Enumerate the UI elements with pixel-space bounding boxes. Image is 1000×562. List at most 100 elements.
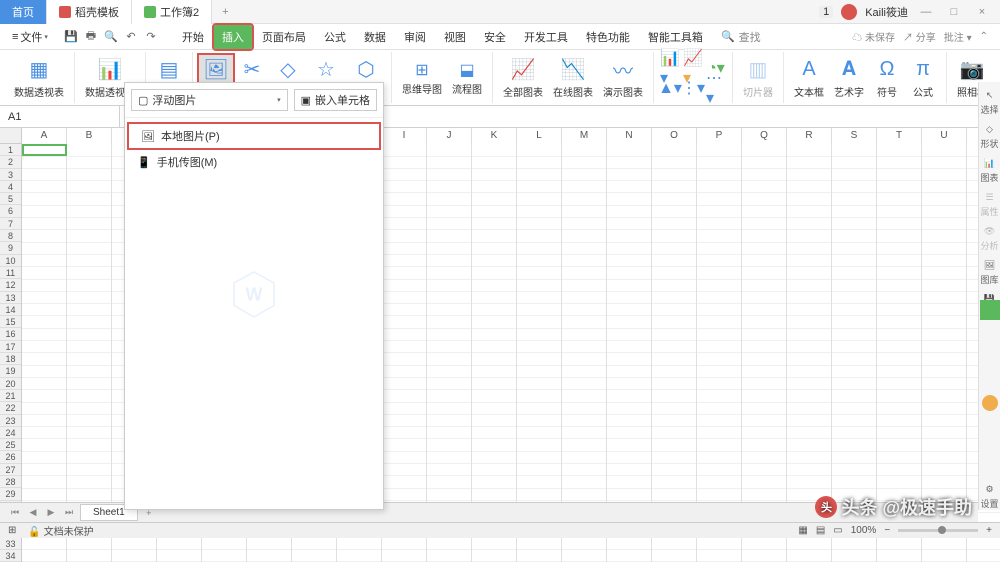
- tab-smarttools[interactable]: 智能工具箱: [640, 25, 711, 49]
- row-header-26[interactable]: 26: [0, 451, 21, 463]
- home-tab[interactable]: 首页: [0, 0, 47, 24]
- view-normal-icon[interactable]: ▦: [798, 525, 807, 536]
- row-header-21[interactable]: 21: [0, 390, 21, 402]
- textbox-button[interactable]: A文本框: [790, 55, 828, 101]
- sidebar-props[interactable]: ☰属性: [980, 192, 998, 218]
- share-button[interactable]: ↗ 分享: [903, 29, 936, 44]
- col-header-L[interactable]: L: [517, 128, 562, 144]
- col-header-A[interactable]: A: [22, 128, 67, 144]
- col-header-M[interactable]: M: [562, 128, 607, 144]
- chart-line-icon[interactable]: 📈▾: [683, 58, 703, 78]
- float-picture-select[interactable]: ▢浮动图片▾: [131, 89, 288, 111]
- name-box[interactable]: A1: [0, 106, 120, 127]
- embed-cell-button[interactable]: ▣嵌入单元格: [294, 89, 377, 111]
- maximize-button[interactable]: □: [944, 6, 964, 18]
- tab-devtools[interactable]: 开发工具: [516, 25, 576, 49]
- close-button[interactable]: ×: [972, 6, 992, 18]
- zoom-in-button[interactable]: +: [986, 525, 992, 536]
- row-header-8[interactable]: 8: [0, 230, 21, 242]
- row-header-6[interactable]: 6: [0, 205, 21, 217]
- sidebar-chart[interactable]: 📊图表: [980, 158, 998, 184]
- orange-badge-icon[interactable]: [982, 395, 998, 411]
- view-page-icon[interactable]: ▤: [816, 525, 825, 536]
- zoom-thumb[interactable]: [938, 526, 946, 534]
- avatar-icon[interactable]: [841, 4, 857, 20]
- chart-more-icon[interactable]: ⋯▾: [706, 78, 726, 98]
- row-header-5[interactable]: 5: [0, 193, 21, 205]
- zoom-level[interactable]: 100%: [851, 525, 877, 536]
- view-read-icon[interactable]: ▭: [833, 525, 842, 536]
- sheet-nav-prev[interactable]: ◀: [26, 507, 40, 518]
- col-header-O[interactable]: O: [652, 128, 697, 144]
- row-header-20[interactable]: 20: [0, 378, 21, 390]
- sheet-nav-next[interactable]: ▶: [44, 507, 58, 518]
- sidebar-settings[interactable]: ⚙设置: [980, 484, 998, 510]
- col-header-I[interactable]: I: [382, 128, 427, 144]
- row-header-18[interactable]: 18: [0, 353, 21, 365]
- tab-formula[interactable]: 公式: [316, 25, 354, 49]
- wordart-button[interactable]: 𝐀艺术字: [830, 55, 868, 101]
- row-header-15[interactable]: 15: [0, 316, 21, 328]
- symbol-button[interactable]: Ω符号: [870, 55, 904, 101]
- row-header-29[interactable]: 29: [0, 488, 21, 500]
- active-cell-a1[interactable]: [22, 144, 67, 156]
- row-header-34[interactable]: 34: [0, 550, 21, 562]
- col-header-T[interactable]: T: [877, 128, 922, 144]
- tab-pagelayout[interactable]: 页面布局: [254, 25, 314, 49]
- tab-start[interactable]: 开始: [174, 25, 212, 49]
- flowchart-button[interactable]: ⬓流程图: [448, 58, 486, 98]
- row-header-11[interactable]: 11: [0, 267, 21, 279]
- row-header-27[interactable]: 27: [0, 464, 21, 476]
- file-menu[interactable]: ≡ 文件 ▾: [4, 27, 56, 47]
- sidebar-shape[interactable]: ◇形状: [980, 124, 998, 150]
- tab-data[interactable]: 数据: [356, 25, 394, 49]
- row-header-14[interactable]: 14: [0, 304, 21, 316]
- tab-view[interactable]: 视图: [436, 25, 474, 49]
- cooperate-button[interactable]: 批注 ▾: [944, 29, 972, 44]
- sidebar-analysis[interactable]: 👁分析: [980, 226, 998, 252]
- select-all-corner[interactable]: [0, 128, 22, 144]
- col-header-S[interactable]: S: [832, 128, 877, 144]
- local-picture-item[interactable]: 🖼本地图片(P): [129, 124, 379, 148]
- search-box[interactable]: 🔍查找: [721, 29, 761, 45]
- row-header-28[interactable]: 28: [0, 476, 21, 488]
- chart-bar-icon[interactable]: 📊▾: [660, 58, 680, 78]
- row-header-17[interactable]: 17: [0, 341, 21, 353]
- sheet-nav-first[interactable]: ⏮: [8, 507, 22, 518]
- row-header-19[interactable]: 19: [0, 365, 21, 377]
- row-header-4[interactable]: 4: [0, 181, 21, 193]
- mindmap-button[interactable]: ⊞思维导图: [398, 58, 446, 98]
- hex-badge-icon[interactable]: [980, 300, 1000, 320]
- col-header-Q[interactable]: Q: [742, 128, 787, 144]
- add-tab-button[interactable]: +: [212, 6, 238, 18]
- row-header-10[interactable]: 10: [0, 255, 21, 267]
- save-icon[interactable]: 💾: [62, 28, 80, 46]
- col-header-B[interactable]: B: [67, 128, 112, 144]
- tab-security[interactable]: 安全: [476, 25, 514, 49]
- redo-icon[interactable]: ↷: [142, 28, 160, 46]
- docer-tab[interactable]: 稻壳模板: [47, 0, 132, 24]
- minimize-button[interactable]: —: [916, 6, 936, 18]
- col-header-N[interactable]: N: [607, 128, 652, 144]
- equation-button[interactable]: π公式: [906, 55, 940, 101]
- col-header-R[interactable]: R: [787, 128, 832, 144]
- workbook-tab[interactable]: 工作簿2: [132, 0, 212, 24]
- col-header-K[interactable]: K: [472, 128, 517, 144]
- col-header-J[interactable]: J: [427, 128, 472, 144]
- row-header-12[interactable]: 12: [0, 279, 21, 291]
- slicer-button[interactable]: ▥切片器: [739, 55, 777, 101]
- row-header-3[interactable]: 3: [0, 169, 21, 181]
- print-icon[interactable]: 🖶: [82, 28, 100, 46]
- user-name[interactable]: Kaili筱迪: [865, 4, 908, 20]
- row-header-13[interactable]: 13: [0, 292, 21, 304]
- tab-features[interactable]: 特色功能: [578, 25, 638, 49]
- row-header-23[interactable]: 23: [0, 415, 21, 427]
- row-header-33[interactable]: 33: [0, 538, 21, 550]
- sparkline-button[interactable]: 〰演示图表: [599, 55, 647, 101]
- row-header-25[interactable]: 25: [0, 439, 21, 451]
- sidebar-gallery[interactable]: 🖼图库: [980, 260, 998, 286]
- col-header-U[interactable]: U: [922, 128, 967, 144]
- sheet-nav-last[interactable]: ⏭: [62, 507, 76, 518]
- row-header-1[interactable]: 1: [0, 144, 21, 156]
- preview-icon[interactable]: 🔍: [102, 28, 120, 46]
